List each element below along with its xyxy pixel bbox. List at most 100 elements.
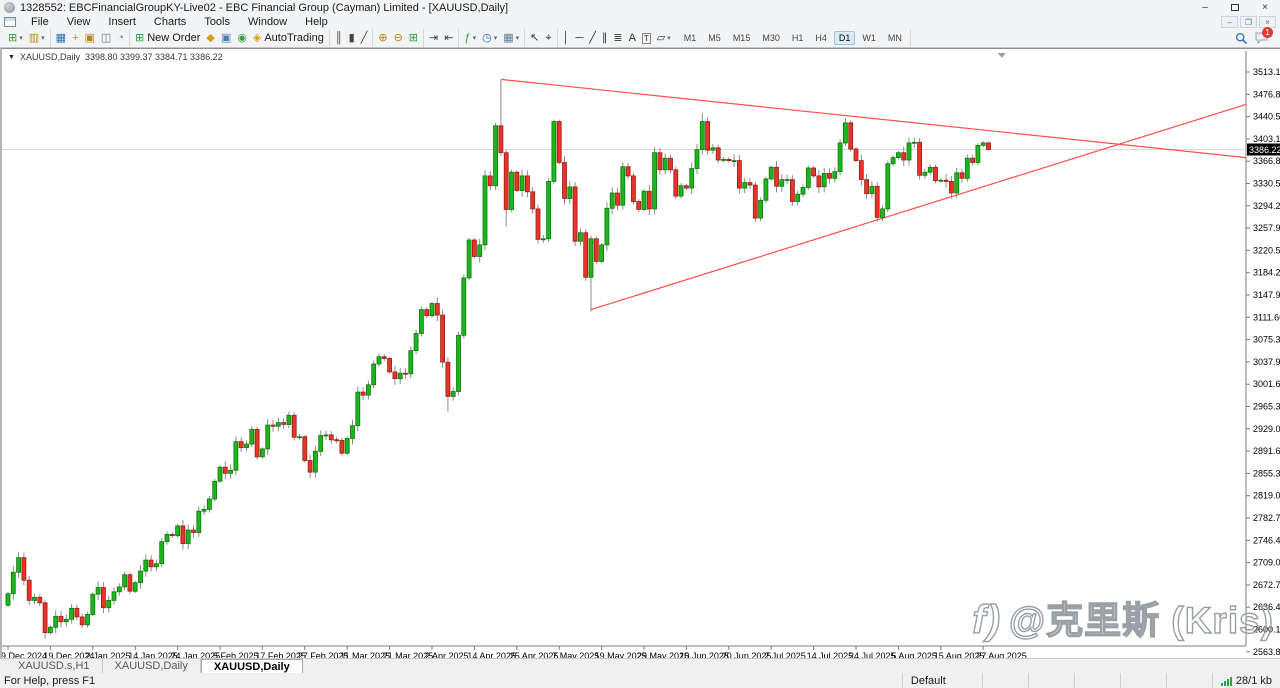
web-terminal-button[interactable]: ▣ [218,30,234,46]
toolbox-button[interactable]: ▣ [82,30,98,46]
svg-text:5 Feb 2025: 5 Feb 2025 [213,651,259,658]
chart-tab-1[interactable]: XAUUSD,Daily [103,659,201,673]
new-order-button[interactable]: ⊞ New Order [132,30,203,46]
fibonacci-button[interactable]: ≣ [610,30,625,46]
menu-tools[interactable]: Tools [195,15,239,29]
templates-button-dropdown-arrow[interactable]: ▾ [516,34,520,42]
svg-text:3294.20: 3294.20 [1253,201,1280,211]
strategy-tester-button[interactable]: ◔ [114,30,127,46]
svg-text:2709.00: 2709.00 [1253,558,1280,568]
profiles-button[interactable]: ▥ ▾ [26,30,48,46]
menu-bar: File View Insert Charts Tools Window Help – ❐ … [0,15,1280,29]
ohlc-values: 3398.80 3399.37 3384.71 3386.22 [84,52,223,62]
autotrading-button[interactable]: ◈ AutoTrading [250,30,327,46]
label-button[interactable]: T [639,30,654,46]
one-click-trading-toggle[interactable]: ▼ [8,54,15,61]
new-chart-button-dropdown-arrow[interactable]: ▾ [19,34,23,42]
timeframe-w1-button[interactable]: W1 [857,31,881,45]
timeframe-d1-button[interactable]: D1 [833,31,856,45]
text-button[interactable]: A [626,30,639,46]
timeframe-m5-button[interactable]: M5 [703,31,726,45]
trendline-icon: ╱ [589,32,596,44]
chart-tab-2[interactable]: XAUUSD,Daily [200,659,303,673]
cursor-button[interactable]: ↖ [527,30,542,46]
data-window-button[interactable]: ◫ [98,30,114,46]
minimize-button[interactable]: – [1190,0,1220,15]
child-minimize-button[interactable]: – [1221,16,1238,28]
chart-symbol-label: ▼ XAUUSD,Daily 3398.80 3399.37 3384.71 3… [8,52,223,62]
zoom-in-button[interactable]: ⊕ [375,30,390,46]
zoom-out-button[interactable]: ⊖ [391,30,406,46]
navigator-button[interactable]: + [69,30,81,46]
svg-text:2965.30: 2965.30 [1253,402,1280,412]
status-cell-empty [1167,673,1213,688]
templates-button[interactable]: ▦ ▾ [500,30,522,46]
timeframe-h4-button[interactable]: H4 [810,31,832,45]
horizontal-line-button[interactable]: ─ [572,30,586,46]
price-chart[interactable]: 3513.10 3476.80 3440.50 3403.10 3366.80 3330.… [2,49,1280,658]
shapes-button-dropdown-arrow[interactable]: ▾ [667,34,671,42]
gold-ingot-icon-button[interactable]: ◆ [203,30,217,46]
profiles-button-dropdown-arrow[interactable]: ▾ [41,34,45,42]
svg-text:3220.50: 3220.50 [1253,245,1280,255]
website-globe-button[interactable]: ◉ [234,30,250,46]
horizontal-line-icon: ─ [575,32,584,44]
new-order-icon: ⊞ [134,32,145,44]
connection-traffic: 28/1 kb [1235,674,1272,687]
periods-button-dropdown-arrow[interactable]: ▾ [494,34,498,42]
close-button[interactable]: × [1250,0,1280,15]
status-cell-empty [1121,673,1167,688]
auto-scroll-button[interactable]: ⇥ [426,30,441,46]
chart-shift-button[interactable]: ⇤ [441,30,456,46]
line-chart-button[interactable]: ╱ [358,30,371,46]
menu-insert[interactable]: Insert [99,15,145,29]
vertical-line-button[interactable]: │ [560,30,573,46]
indicators-button[interactable]: ƒ ▾ [461,30,479,46]
market-watch-button[interactable]: ▦ [53,30,69,46]
menu-help[interactable]: Help [296,15,337,29]
new-chart-icon: ⊞ [8,32,18,44]
templates-icon: ▦ [503,32,514,44]
svg-text:2 Jul 2025: 2 Jul 2025 [764,651,806,658]
line-chart-icon: ╱ [360,32,368,44]
restore-button[interactable] [1220,0,1250,15]
search-icon[interactable] [1231,30,1251,46]
svg-text:2746.40: 2746.40 [1253,535,1280,545]
periods-icon: ◷ [482,32,492,44]
navigator-icon: + [72,32,79,44]
crosshair-button[interactable]: ⌖ [542,30,554,46]
timeframe-m30-button[interactable]: M30 [757,31,785,45]
status-cell-empty [1075,673,1121,688]
timeframe-m1-button[interactable]: M1 [679,31,702,45]
equidistant-channel-button[interactable]: ∥ [599,30,611,46]
periods-button[interactable]: ◷ ▾ [479,30,500,46]
svg-text:2600.10: 2600.10 [1253,625,1280,635]
timeframe-m15-button[interactable]: M15 [728,31,756,45]
chart-tab-0[interactable]: XAUUSD.s,H1 [6,659,103,673]
svg-text:2672.70: 2672.70 [1253,580,1280,590]
shapes-button[interactable]: ▱ ▾ [654,30,674,46]
timeframe-h1-button[interactable]: H1 [787,31,809,45]
symbol-name: XAUUSD,Daily [19,52,80,62]
trendline-button[interactable]: ╱ [586,30,599,46]
candlestick-chart-button[interactable]: ▮ [346,30,358,46]
child-restore-button[interactable]: ❐ [1240,16,1257,28]
connection-bars-icon [1220,676,1232,686]
notifications-icon[interactable]: 1 [1251,27,1273,46]
menu-charts[interactable]: Charts [145,15,195,29]
svg-text:3366.80: 3366.80 [1253,156,1280,166]
indicators-button-dropdown-arrow[interactable]: ▾ [473,34,477,42]
svg-text:3111.60: 3111.60 [1253,312,1280,322]
bar-chart-button[interactable]: ║ [332,30,346,46]
equidistant-channel-icon: ∥ [601,32,608,44]
new-chart-button[interactable]: ⊞ ▾ [5,30,26,46]
menu-view[interactable]: View [58,15,100,29]
profile-selector[interactable]: Default [903,673,983,688]
timeframe-mn-button[interactable]: MN [883,31,907,45]
svg-text:3330.50: 3330.50 [1253,179,1280,189]
svg-text:7 May 2025: 7 May 2025 [552,651,599,658]
strategy-tester-icon: ◔ [117,32,124,44]
menu-window[interactable]: Window [239,15,296,29]
menu-file[interactable]: File [22,15,58,29]
tile-windows-button[interactable]: ⊞ [406,30,421,46]
